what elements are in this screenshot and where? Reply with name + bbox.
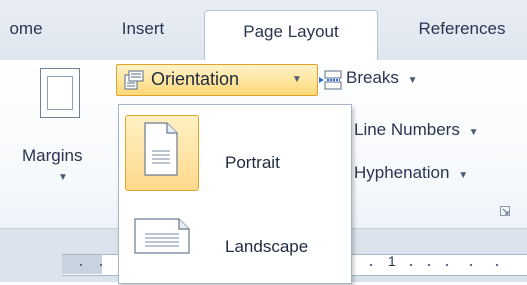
ruler-tick	[100, 264, 102, 266]
margins-button-label[interactable]: Margins	[22, 146, 82, 166]
line-numbers-label: Line Numbers	[354, 120, 460, 139]
portrait-label: Portrait	[225, 153, 280, 172]
ruler-tick	[80, 264, 82, 266]
tab-references[interactable]: References	[402, 14, 522, 44]
hyphenation-button[interactable]: Hyphenation ▼	[354, 163, 468, 183]
orientation-menu: Portrait Landscape	[118, 104, 352, 284]
chevron-down-icon: ▼	[292, 74, 302, 85]
tab-page-layout[interactable]: Page Layout	[204, 10, 378, 61]
chevron-down-icon: ▼	[407, 75, 418, 86]
orientation-button[interactable]: Orientation ▼	[116, 64, 318, 96]
breaks-icon[interactable]	[318, 69, 342, 91]
chevron-down-icon: ▼	[458, 170, 469, 181]
ruler-tick	[370, 264, 372, 266]
orientation-option-landscape[interactable]: Landscape	[119, 201, 351, 285]
ribbon-tab-bar: ome Insert Page Layout References	[0, 0, 527, 61]
line-numbers-button[interactable]: Line Numbers ▼	[354, 120, 478, 140]
chevron-down-icon: ▼	[468, 127, 479, 138]
tab-home[interactable]: ome	[6, 14, 46, 44]
hyphenation-label: Hyphenation	[354, 163, 450, 182]
ruler-marker: 1	[388, 253, 396, 269]
ruler-tick	[410, 264, 412, 266]
orientation-icon	[124, 70, 144, 90]
dialog-launcher-icon[interactable]	[500, 206, 510, 216]
ruler-tick	[446, 264, 448, 266]
landscape-label: Landscape	[225, 237, 309, 256]
breaks-label: Breaks	[346, 68, 399, 87]
tab-insert[interactable]: Insert	[108, 14, 178, 44]
margins-icon[interactable]	[40, 68, 80, 118]
breaks-button[interactable]: Breaks ▼	[346, 68, 418, 88]
ruler-margin	[62, 255, 102, 274]
ruler-tick	[428, 264, 430, 266]
chevron-down-icon[interactable]: ▼	[58, 172, 68, 183]
portrait-page-icon	[144, 122, 178, 176]
ruler-tick	[470, 264, 472, 266]
orientation-option-portrait[interactable]: Portrait	[119, 107, 351, 191]
orientation-label: Orientation	[151, 69, 240, 89]
landscape-page-icon	[134, 218, 190, 254]
ruler-tick	[496, 264, 498, 266]
